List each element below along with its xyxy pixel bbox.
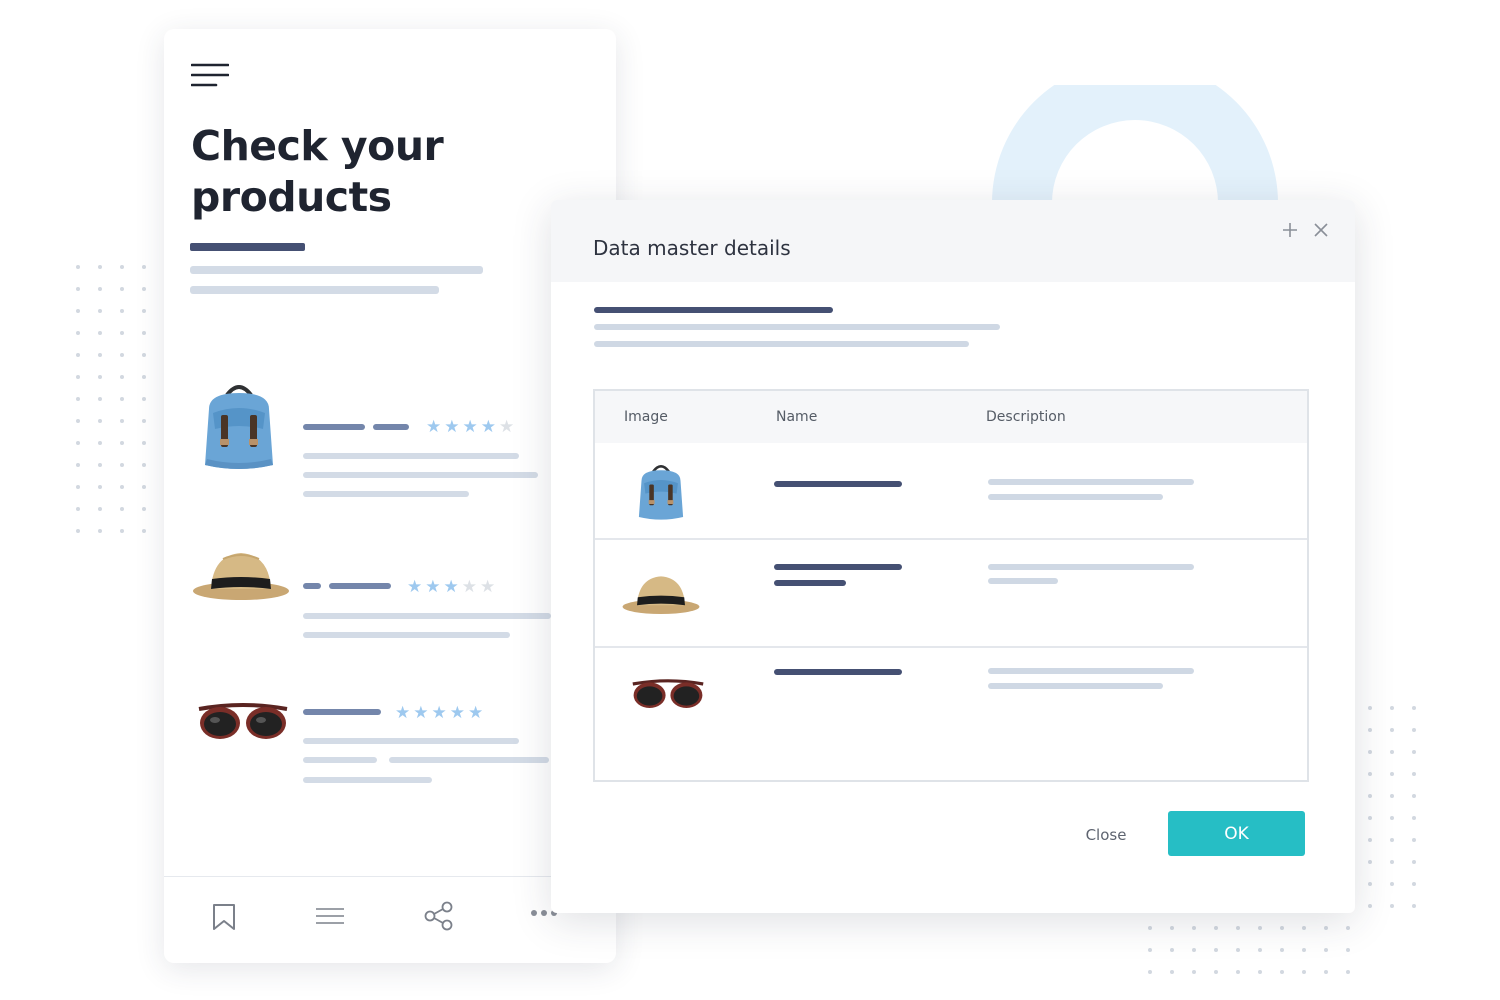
share-icon[interactable]	[424, 901, 454, 931]
star-filled-icon: ★	[462, 417, 481, 436]
product-list-card: Check your products ★★★★★ ★★★★★ ★★★★★	[164, 29, 616, 963]
sunglasses-image	[198, 703, 288, 739]
list-icon[interactable]	[315, 907, 345, 925]
star-filled-icon: ★	[431, 703, 450, 722]
star-empty-icon: ★	[461, 577, 480, 596]
list-item[interactable]: ★★★★★	[189, 691, 609, 791]
table-row[interactable]	[595, 648, 1307, 778]
hamburger-menu-icon[interactable]	[191, 62, 229, 90]
product-name-placeholder	[373, 424, 409, 430]
plus-icon[interactable]	[1281, 221, 1299, 239]
data-master-details-dialog: Data master details Image Name Descripti…	[551, 200, 1355, 913]
text-placeholder	[389, 757, 549, 763]
description-placeholder	[988, 578, 1058, 584]
star-empty-icon: ★	[499, 417, 518, 436]
star-filled-icon: ★	[444, 417, 463, 436]
products-table: Image Name Description	[593, 389, 1309, 782]
star-filled-icon: ★	[426, 417, 445, 436]
sunglasses-image	[632, 679, 704, 708]
text-placeholder	[303, 632, 510, 638]
name-placeholder	[774, 481, 902, 487]
star-filled-icon: ★	[449, 703, 468, 722]
column-header-name[interactable]: Name	[776, 409, 817, 425]
rating-stars: ★★★★★	[395, 704, 486, 721]
backpack-image	[638, 465, 684, 520]
column-header-description[interactable]: Description	[986, 409, 1066, 425]
text-placeholder	[303, 738, 519, 744]
star-filled-icon: ★	[468, 703, 487, 722]
star-filled-icon: ★	[480, 417, 499, 436]
text-placeholder	[303, 491, 469, 497]
text-placeholder	[594, 324, 1000, 330]
product-name-placeholder	[303, 709, 381, 715]
hat-image	[622, 576, 700, 614]
text-placeholder	[190, 266, 483, 274]
dot-pattern-right	[1368, 706, 1416, 908]
bookmark-icon[interactable]	[212, 903, 236, 931]
name-placeholder	[774, 669, 902, 675]
name-placeholder	[774, 580, 846, 586]
close-button[interactable]: Close	[1071, 820, 1141, 850]
table-row[interactable]	[595, 443, 1307, 538]
list-item[interactable]: ★★★★★	[189, 537, 609, 638]
decorative-ring	[992, 85, 1278, 203]
description-placeholder	[988, 494, 1163, 500]
product-name-placeholder	[329, 583, 391, 589]
ok-button[interactable]: OK	[1168, 811, 1305, 856]
rating-stars: ★★★★★	[426, 418, 517, 435]
description-placeholder	[988, 683, 1163, 689]
product-name-placeholder	[303, 424, 365, 430]
description-placeholder	[988, 479, 1194, 485]
dot-pattern-bottom	[1148, 926, 1350, 974]
bottom-toolbar	[164, 876, 616, 964]
star-filled-icon: ★	[443, 577, 462, 596]
star-filled-icon: ★	[425, 577, 444, 596]
table-header: Image Name Description	[595, 391, 1307, 443]
text-placeholder	[303, 757, 377, 763]
title-underline	[190, 243, 305, 251]
hat-image	[193, 553, 289, 600]
star-filled-icon: ★	[407, 577, 426, 596]
table-row[interactable]	[595, 540, 1307, 646]
rating-stars: ★★★★★	[407, 578, 498, 595]
text-placeholder	[303, 453, 519, 459]
dot-pattern-left	[76, 265, 146, 533]
text-placeholder	[594, 341, 969, 347]
description-placeholder	[988, 564, 1194, 570]
column-header-image[interactable]: Image	[624, 409, 668, 425]
text-placeholder	[190, 286, 439, 294]
backpack-image	[205, 385, 273, 469]
text-placeholder	[303, 777, 432, 783]
page-title: Check your products	[191, 122, 444, 221]
text-placeholder	[303, 472, 538, 478]
dialog-title: Data master details	[593, 236, 791, 260]
name-placeholder	[774, 564, 902, 570]
text-placeholder	[303, 613, 551, 619]
product-name-placeholder	[303, 583, 321, 589]
star-filled-icon: ★	[395, 703, 414, 722]
dialog-header: Data master details	[551, 200, 1355, 282]
heading-placeholder	[594, 307, 833, 313]
star-filled-icon: ★	[413, 703, 432, 722]
list-item[interactable]: ★★★★★	[189, 377, 609, 497]
close-icon[interactable]	[1314, 223, 1328, 237]
description-placeholder	[988, 668, 1194, 674]
star-empty-icon: ★	[480, 577, 499, 596]
